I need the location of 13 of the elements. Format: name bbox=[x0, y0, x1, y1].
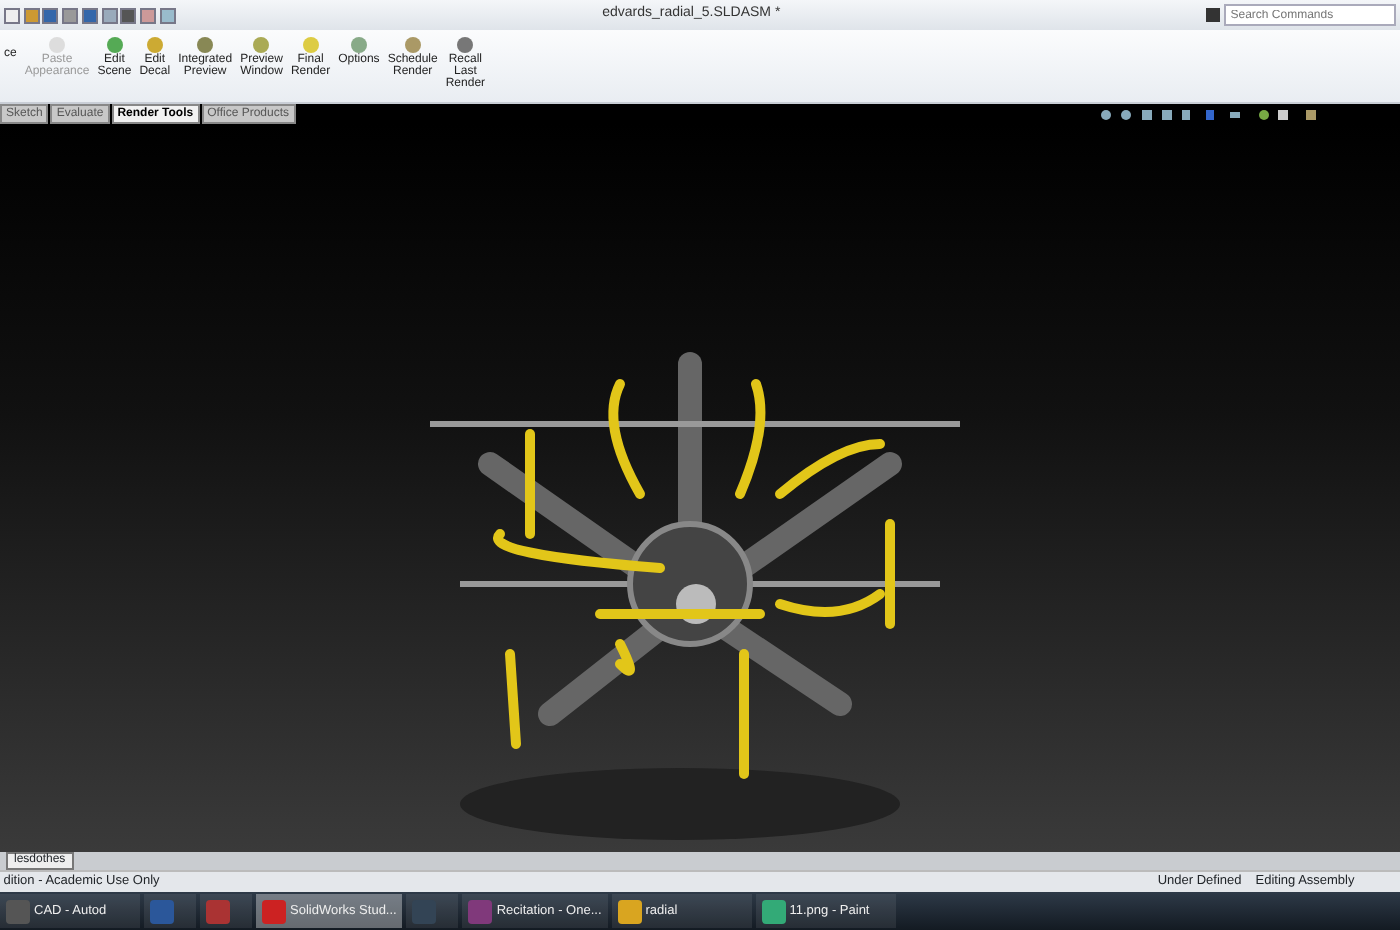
ribbon-icon bbox=[48, 35, 67, 54]
ribbon-icon bbox=[456, 35, 475, 54]
ribbon-icon bbox=[349, 35, 368, 54]
ribbon-icon bbox=[403, 35, 422, 54]
ribbon-icon bbox=[196, 35, 215, 54]
ribbon-icon bbox=[252, 35, 271, 54]
ribbon-icon bbox=[105, 35, 124, 54]
ribbon-icon bbox=[301, 35, 320, 54]
ribbon-icon bbox=[145, 35, 164, 54]
viewport[interactable] bbox=[0, 124, 1400, 852]
search-icon bbox=[1206, 8, 1221, 22]
taskbar-button[interactable] bbox=[144, 894, 196, 928]
taskbar-button[interactable] bbox=[200, 894, 252, 928]
